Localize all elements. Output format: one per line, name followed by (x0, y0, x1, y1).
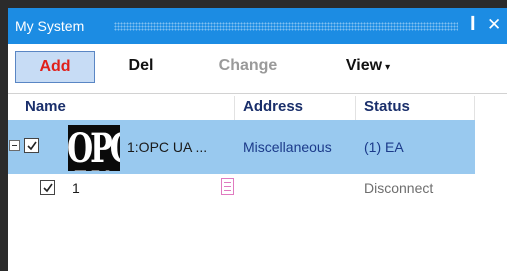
expander-minus-icon[interactable] (9, 140, 20, 151)
column-header-name[interactable]: Name (25, 97, 66, 117)
checkbox-icon[interactable] (40, 180, 55, 195)
column-divider[interactable] (355, 96, 356, 120)
document-icon (221, 178, 234, 195)
tree-row-opc-ua[interactable]: OPC UA 1:OPC UA ... Miscellaneous (1) EA (8, 120, 475, 174)
close-icon[interactable]: ✕ (487, 15, 501, 35)
pin-icon[interactable]: ꟾ (470, 17, 476, 35)
checkbox-icon[interactable] (24, 138, 39, 153)
column-divider[interactable] (474, 96, 475, 120)
add-button[interactable]: Add (15, 51, 95, 83)
column-divider[interactable] (234, 96, 235, 120)
del-button[interactable]: Del (113, 51, 169, 83)
row-name: 1:OPC UA ... (127, 139, 208, 155)
view-label: View (345, 57, 383, 74)
chevron-down-icon: ▾ (385, 62, 391, 73)
column-header: Name Address Status (8, 94, 507, 120)
tree-row-child[interactable]: 1 Disconnect (8, 174, 475, 202)
titlebar-grip[interactable] (114, 22, 458, 31)
my-system-panel: My System ꟾ ✕ Add Del Change View ▾ Name … (8, 8, 507, 271)
row-status: Disconnect (364, 180, 434, 196)
column-header-address[interactable]: Address (243, 97, 303, 117)
row-address: Miscellaneous (243, 139, 332, 155)
toolbar: Add Del Change View ▾ (8, 44, 507, 94)
change-button[interactable]: Change (203, 51, 293, 83)
view-menu-button[interactable]: View ▾ (328, 51, 408, 83)
row-name: 1 (72, 180, 80, 196)
opc-ua-logo: OPC UA (68, 125, 120, 171)
row-status: (1) EA (364, 139, 404, 155)
column-header-status[interactable]: Status (364, 97, 410, 117)
panel-title: My System (15, 18, 85, 34)
panel-titlebar[interactable]: My System ꟾ ✕ (8, 8, 507, 44)
